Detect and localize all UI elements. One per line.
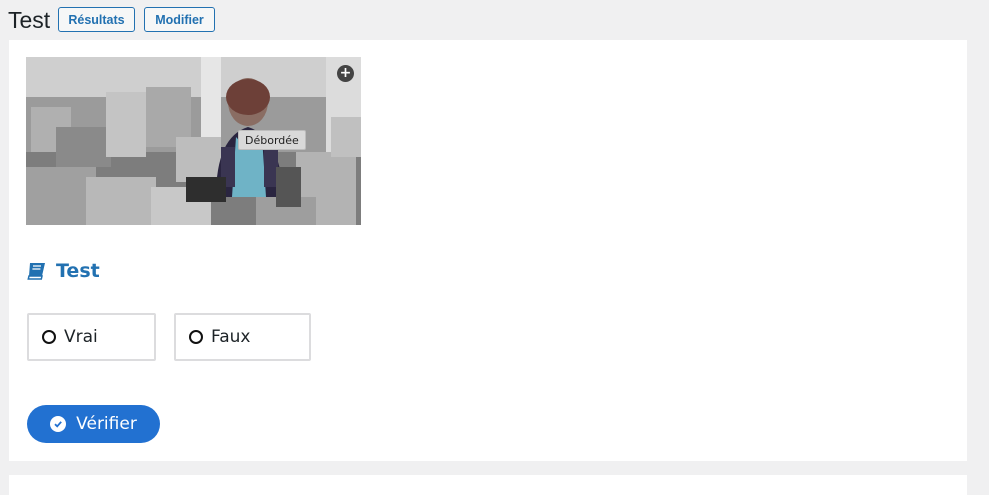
- page-title: Test: [8, 7, 51, 33]
- results-button[interactable]: Résultats: [58, 7, 135, 32]
- quiz-card: + Débordée Test Vrai Faux Vérifier: [9, 40, 967, 461]
- next-card: [9, 475, 967, 495]
- answer-option-vrai[interactable]: Vrai: [27, 313, 156, 361]
- check-circle-icon: [50, 416, 67, 432]
- question-title: Test: [26, 258, 100, 284]
- image-tooltip: Débordée: [238, 130, 306, 150]
- plus-circle-icon[interactable]: +: [337, 65, 354, 82]
- book-icon: [27, 263, 45, 280]
- answer-label: Faux: [211, 327, 251, 347]
- verify-label: Vérifier: [76, 414, 137, 434]
- radio-icon[interactable]: [42, 330, 56, 344]
- question-image: + Débordée: [26, 57, 361, 225]
- radio-icon[interactable]: [189, 330, 203, 344]
- verify-button[interactable]: Vérifier: [27, 405, 160, 443]
- answer-option-faux[interactable]: Faux: [174, 313, 311, 361]
- answer-label: Vrai: [64, 327, 98, 347]
- edit-button[interactable]: Modifier: [144, 7, 215, 32]
- office-paperwork-image: [26, 57, 361, 225]
- question-title-text: Test: [56, 260, 100, 282]
